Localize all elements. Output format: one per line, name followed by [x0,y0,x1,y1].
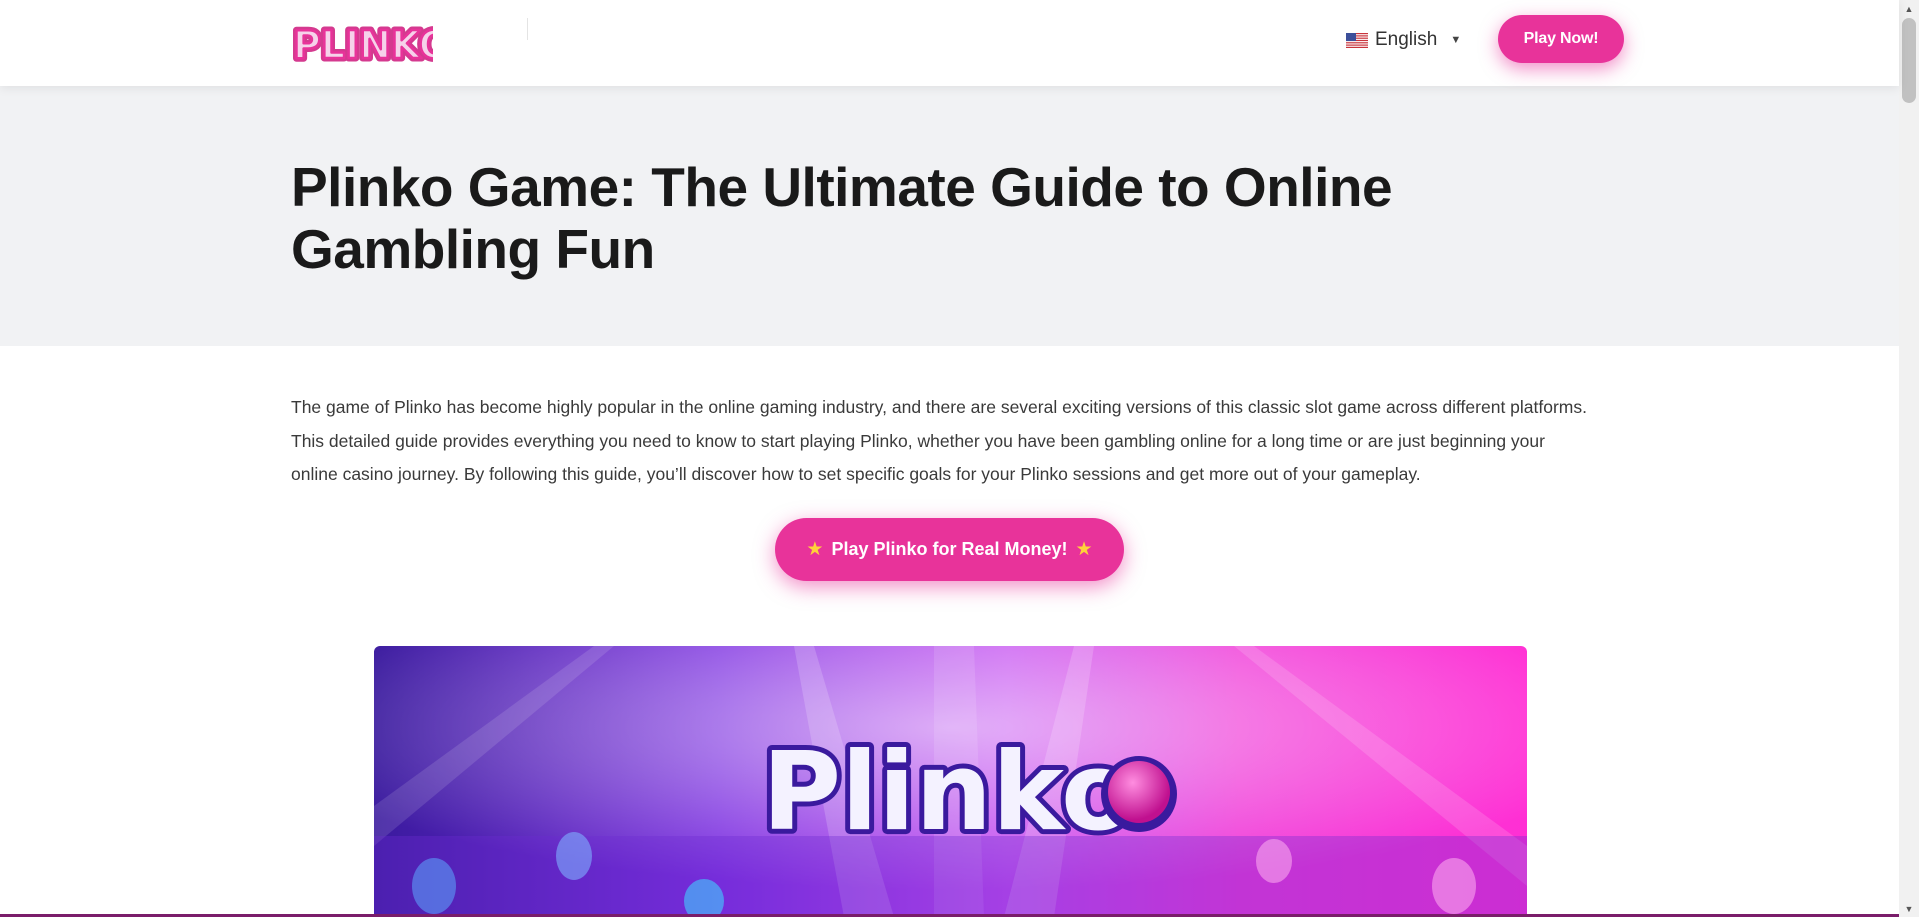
hero-section: Plinko Game: The Ultimate Guide to Onlin… [0,86,1899,346]
svg-text:PLINKO: PLINKO [293,23,433,66]
caret-down-icon: ▼ [1450,34,1462,46]
star-icon: ★ [1075,539,1093,560]
plinko-logo[interactable]: PLINKO PLINKO [290,20,455,71]
scrollbar-thumb[interactable] [1902,18,1916,103]
header-divider [527,18,528,40]
play-real-money-button[interactable]: ★ Play Plinko for Real Money! ★ [775,518,1124,581]
intro-paragraph: The game of Plinko has become highly pop… [291,397,1587,484]
scroll-down-arrow-icon[interactable]: ▼ [1899,900,1919,917]
scroll-up-arrow-icon[interactable]: ▲ [1899,0,1919,17]
cta-label: Play Plinko for Real Money! [831,539,1068,559]
language-selector[interactable]: English ▼ [1346,26,1461,54]
us-flag-icon [1346,32,1368,48]
plinko-banner-image: Plinko Plinko [374,646,1527,917]
banner-text-fill: Plinko [762,730,1135,855]
star-icon: ★ [806,539,824,560]
language-label: English [1375,29,1438,50]
site-header: PLINKO PLINKO English ▼ Play Now! [0,0,1899,86]
play-now-button[interactable]: Play Now! [1498,15,1624,63]
page-title: Plinko Game: The Ultimate Guide to Onlin… [291,156,1393,280]
page-scrollbar[interactable]: ▲ ▼ [1899,0,1919,917]
